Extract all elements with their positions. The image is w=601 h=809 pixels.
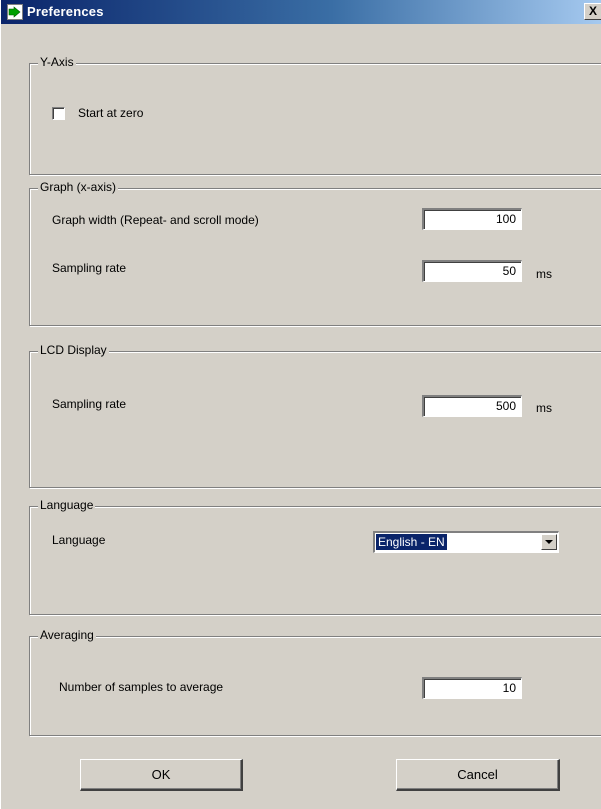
- samples-to-average-label: Number of samples to average: [59, 680, 224, 694]
- preferences-dialog: Preferences X Y-Axis Start at zero Graph…: [0, 0, 601, 809]
- lcd-display-group-label: LCD Display: [38, 343, 109, 357]
- lcd-display-group: LCD Display Sampling rate 500 ms: [29, 343, 601, 488]
- start-at-zero-label[interactable]: Start at zero: [78, 106, 143, 120]
- title-bar[interactable]: Preferences X: [1, 0, 601, 24]
- averaging-group-label: Averaging: [38, 628, 96, 642]
- graph-group: Graph (x-axis) Graph width (Repeat- and …: [29, 180, 601, 326]
- language-group: Language Language English - EN: [29, 498, 601, 615]
- graph-sampling-label: Sampling rate: [52, 261, 127, 275]
- samples-to-average-input[interactable]: 10: [422, 677, 522, 699]
- lcd-sampling-unit: ms: [536, 401, 552, 415]
- lcd-sampling-input[interactable]: 500: [422, 395, 522, 417]
- language-label: Language: [52, 533, 106, 547]
- app-arrow-icon: [7, 4, 23, 20]
- language-group-label: Language: [38, 498, 96, 512]
- graph-sampling-input[interactable]: 50: [422, 260, 522, 282]
- lcd-sampling-label: Sampling rate: [52, 397, 127, 411]
- y-axis-group: Y-Axis Start at zero: [29, 55, 601, 175]
- ok-button[interactable]: OK: [80, 759, 243, 791]
- language-selected-value: English - EN: [376, 534, 447, 550]
- graph-width-input[interactable]: 100: [422, 208, 522, 230]
- window-title: Preferences: [27, 4, 104, 19]
- y-axis-group-label: Y-Axis: [38, 55, 76, 69]
- chevron-down-icon[interactable]: [541, 534, 557, 550]
- graph-group-label: Graph (x-axis): [38, 180, 119, 194]
- graph-sampling-unit: ms: [536, 267, 552, 281]
- graph-width-label: Graph width (Repeat- and scroll mode): [52, 213, 259, 227]
- averaging-group: Averaging Number of samples to average 1…: [29, 628, 601, 736]
- start-at-zero-checkbox[interactable]: [52, 107, 65, 120]
- cancel-button[interactable]: Cancel: [396, 759, 560, 791]
- language-select[interactable]: English - EN: [373, 531, 559, 553]
- close-icon[interactable]: X: [584, 3, 601, 20]
